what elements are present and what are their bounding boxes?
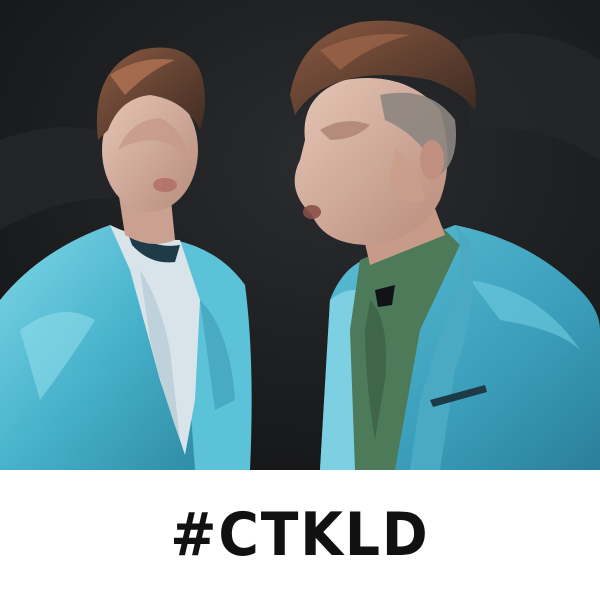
image-card: #CTKLD (0, 0, 600, 600)
hashtag-caption: #CTKLD (170, 500, 430, 570)
painted-portrait-artwork (0, 0, 600, 470)
caption-band: #CTKLD (0, 470, 600, 600)
